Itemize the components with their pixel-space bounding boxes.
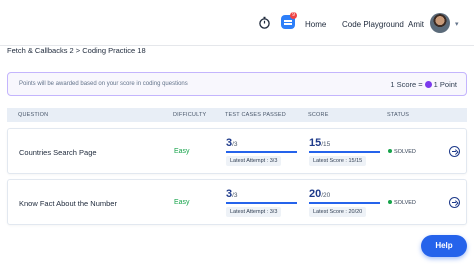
chevron-down-icon[interactable]: ▾ bbox=[455, 20, 459, 28]
score-value: 15/15 bbox=[309, 137, 331, 149]
difficulty-badge: Easy bbox=[174, 199, 190, 206]
question-row[interactable]: Know Fact About the Number Easy 3/3 Late… bbox=[7, 179, 467, 225]
arrow-right-circle-icon[interactable] bbox=[449, 146, 460, 157]
notification-badge: 9 bbox=[290, 12, 297, 19]
latest-attempt: Latest Attempt : 3/3 bbox=[226, 207, 282, 217]
points-info-banner: Points will be awarded based on your sco… bbox=[7, 72, 467, 96]
question-title[interactable]: Know Fact About the Number bbox=[19, 199, 117, 208]
score-progress-bar bbox=[309, 202, 380, 204]
latest-score: Latest Score : 15/15 bbox=[309, 156, 367, 166]
breadcrumb: Fetch & Callbacks 2 > Coding Practice 18 bbox=[7, 46, 146, 55]
points-conversion: 1 Score = 1 Point bbox=[390, 80, 457, 89]
question-title[interactable]: Countries Search Page bbox=[19, 148, 97, 157]
score-label: 1 Score = bbox=[390, 80, 423, 89]
nav-home-link[interactable]: Home bbox=[305, 20, 326, 29]
score-progress-bar bbox=[309, 151, 380, 153]
column-header-status: STATUS bbox=[387, 112, 410, 118]
banner-message: Points will be awarded based on your sco… bbox=[19, 81, 188, 87]
top-navbar: 9 Home Code Playground Amit ▾ bbox=[0, 0, 474, 46]
score-value: 20/20 bbox=[309, 188, 331, 200]
tests-progress-bar bbox=[226, 202, 297, 204]
user-name[interactable]: Amit bbox=[408, 20, 424, 29]
latest-score: Latest Score : 20/20 bbox=[309, 207, 367, 217]
arrow-right-circle-icon[interactable] bbox=[449, 197, 460, 208]
tests-passed: 3/3 bbox=[226, 137, 238, 149]
column-header-difficulty: DIFFICULTY bbox=[173, 112, 207, 118]
tests-passed: 3/3 bbox=[226, 188, 238, 200]
help-button[interactable]: Help bbox=[421, 235, 467, 257]
column-header-score: SCORE bbox=[308, 112, 329, 118]
status-badge: SOLVED bbox=[388, 149, 416, 155]
difficulty-badge: Easy bbox=[174, 148, 190, 155]
nav-code-playground-link[interactable]: Code Playground bbox=[342, 20, 404, 29]
tests-progress-bar bbox=[226, 151, 297, 153]
status-badge: SOLVED bbox=[388, 200, 416, 206]
coin-icon bbox=[424, 81, 432, 88]
column-header-question: QUESTION bbox=[18, 112, 49, 118]
latest-attempt: Latest Attempt : 3/3 bbox=[226, 156, 282, 166]
stopwatch-icon[interactable] bbox=[258, 16, 271, 29]
question-row[interactable]: Countries Search Page Easy 3/3 Latest At… bbox=[7, 128, 467, 174]
table-header: QUESTION DIFFICULTY TEST CASES PASSED SC… bbox=[7, 108, 467, 122]
point-label: 1 Point bbox=[433, 80, 457, 89]
column-header-test-cases: TEST CASES PASSED bbox=[225, 112, 286, 118]
avatar[interactable] bbox=[430, 13, 450, 33]
